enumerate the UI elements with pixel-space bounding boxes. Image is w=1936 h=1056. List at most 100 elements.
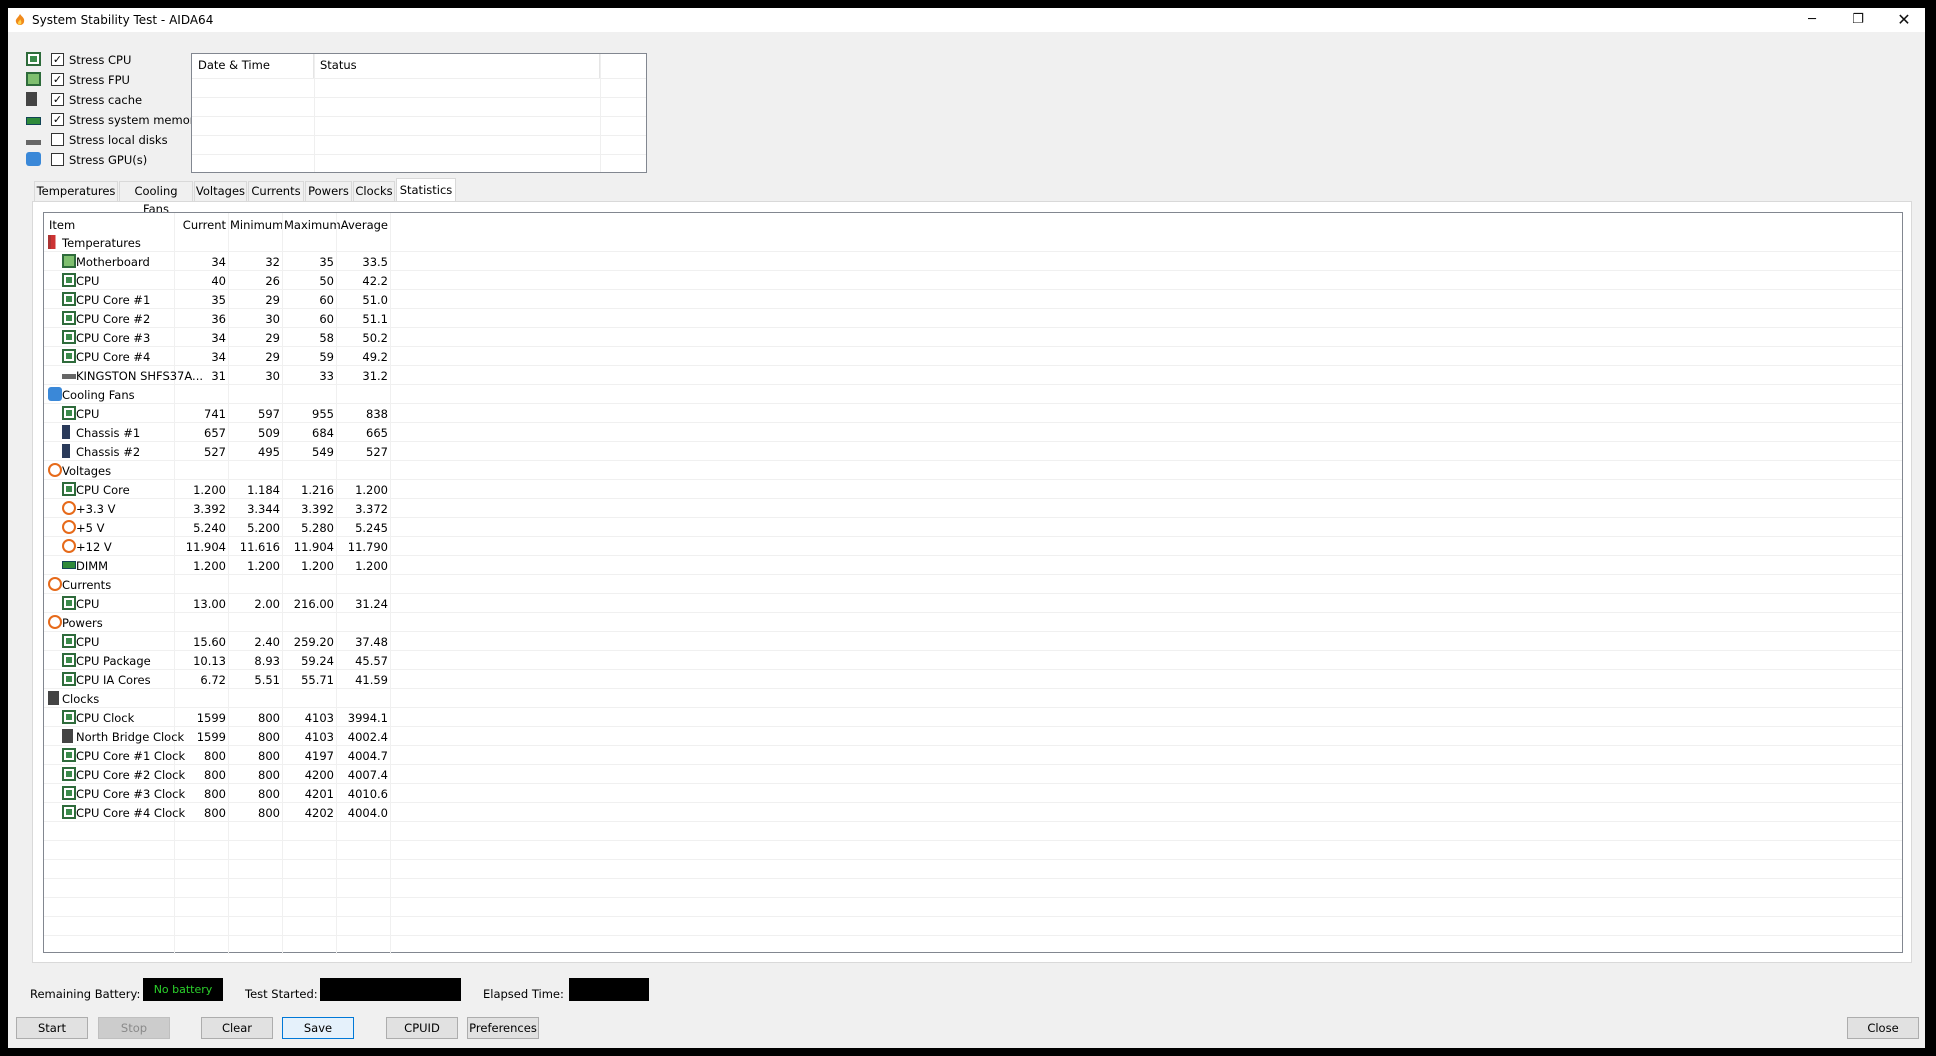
table-row[interactable]: CPU 40 26 50 42.2	[44, 271, 1902, 290]
table-row[interactable]: KINGSTON SHFS37A... 31 30 33 31.2	[44, 366, 1902, 385]
value-cur: 5.240	[193, 521, 226, 535]
stress-checkbox[interactable]: ✓	[51, 93, 64, 106]
col-maximum[interactable]: Maximum	[284, 218, 341, 234]
table-row[interactable]: CPU Core #4 Clock 800 800 4202 4004.0	[44, 803, 1902, 822]
table-row[interactable]: CPU Core #1 Clock 800 800 4197 4004.7	[44, 746, 1902, 765]
start-button[interactable]: Start	[16, 1017, 88, 1039]
table-row[interactable]: +5 V 5.240 5.200 5.280 5.245	[44, 518, 1902, 537]
tab-voltages[interactable]: Voltages	[194, 181, 247, 201]
stress-checkbox[interactable]	[51, 153, 64, 166]
stress-checkbox[interactable]: ✓	[51, 113, 64, 126]
close-button[interactable]: Close	[1847, 1017, 1919, 1039]
col-item[interactable]: Item	[49, 218, 75, 234]
value-min: 800	[258, 787, 280, 801]
group-row[interactable]: Voltages	[44, 461, 1902, 480]
stop-button[interactable]: Stop	[98, 1017, 170, 1039]
stress-option[interactable]: ✓ Stress CPU	[26, 52, 206, 70]
table-row[interactable]: CPU Core #2 Clock 800 800 4200 4007.4	[44, 765, 1902, 784]
stress-option[interactable]: ✓ Stress FPU	[26, 72, 206, 90]
table-row[interactable]: North Bridge Clock 1599 800 4103 4002.4	[44, 727, 1902, 746]
table-row[interactable]: +3.3 V 3.392 3.344 3.392 3.372	[44, 499, 1902, 518]
value-max: 4202	[304, 806, 334, 820]
clear-button[interactable]: Clear	[201, 1017, 273, 1039]
cpu-chip-icon	[62, 786, 76, 800]
preferences-button[interactable]: Preferences	[467, 1017, 539, 1039]
restore-icon[interactable]: ❐	[1835, 8, 1881, 32]
value-min: 8.93	[254, 654, 280, 668]
cpuid-button[interactable]: CPUID	[386, 1017, 458, 1039]
log-col-status[interactable]: Status	[314, 54, 600, 78]
tab-statistics[interactable]: Statistics	[396, 178, 456, 201]
table-row[interactable]: Chassis #2 527 495 549 527	[44, 442, 1902, 461]
title-bar[interactable]: System Stability Test - AIDA64 ─ ❐ ✕	[8, 8, 1925, 32]
col-current[interactable]: Current	[176, 218, 226, 234]
table-row[interactable]: CPU 13.00 2.00 216.00 31.24	[44, 594, 1902, 613]
table-row[interactable]: CPU Clock 1599 800 4103 3994.1	[44, 708, 1902, 727]
value-min: 30	[265, 369, 280, 383]
value-cur: 800	[204, 806, 226, 820]
table-row[interactable]: CPU Core 1.200 1.184 1.216 1.200	[44, 480, 1902, 499]
col-minimum[interactable]: Minimum	[230, 218, 283, 234]
table-row[interactable]: CPU IA Cores 6.72 5.51 55.71 41.59	[44, 670, 1902, 689]
stress-option[interactable]: Stress local disks	[26, 132, 206, 150]
value-avg: 527	[366, 445, 388, 459]
table-row[interactable]: CPU Core #3 34 29 58 50.2	[44, 328, 1902, 347]
value-max: 216.00	[293, 597, 334, 611]
table-row[interactable]: CPU 741 597 955 838	[44, 404, 1902, 423]
table-row[interactable]: CPU 15.60 2.40 259.20 37.48	[44, 632, 1902, 651]
close-window-icon[interactable]: ✕	[1881, 8, 1927, 32]
memory-icon	[26, 117, 41, 125]
cpu-chip-icon	[62, 634, 76, 648]
sensor-name: Chassis #1	[76, 426, 141, 440]
save-button[interactable]: Save	[282, 1017, 354, 1039]
value-max: 35	[319, 255, 334, 269]
table-row[interactable]: Chassis #1 657 509 684 665	[44, 423, 1902, 442]
value-min: 29	[265, 350, 280, 364]
sensor-name: CPU Core #1	[76, 293, 151, 307]
value-min: 495	[258, 445, 280, 459]
stress-option-label: Stress local disks	[69, 133, 168, 147]
value-cur: 11.904	[185, 540, 226, 554]
group-row[interactable]: Cooling Fans	[44, 385, 1902, 404]
log-row	[192, 116, 646, 117]
stress-log-table[interactable]: Date & Time Status	[191, 53, 647, 173]
table-row[interactable]: +12 V 11.904 11.616 11.904 11.790	[44, 537, 1902, 556]
stress-option[interactable]: ✓ Stress system memory	[26, 112, 206, 130]
value-cur: 1599	[196, 711, 226, 725]
statistics-table[interactable]: Item Current Minimum Maximum Average Tem…	[43, 212, 1903, 954]
col-average[interactable]: Average	[338, 218, 388, 234]
table-row[interactable]: CPU Core #2 36 30 60 51.1	[44, 309, 1902, 328]
minimize-icon[interactable]: ─	[1789, 8, 1835, 32]
table-row[interactable]: CPU Core #4 34 29 59 49.2	[44, 347, 1902, 366]
value-avg: 665	[366, 426, 388, 440]
group-label: Cooling Fans	[62, 388, 135, 402]
table-row[interactable]: CPU Core #3 Clock 800 800 4201 4010.6	[44, 784, 1902, 803]
tab-powers[interactable]: Powers	[305, 181, 352, 201]
cpu-chip-icon	[62, 349, 76, 363]
stress-checkbox[interactable]: ✓	[51, 73, 64, 86]
sensor-name: North Bridge Clock	[76, 730, 185, 744]
table-row[interactable]: Motherboard 34 32 35 33.5	[44, 252, 1902, 271]
stress-option-label: Stress FPU	[69, 73, 130, 87]
stress-checkbox[interactable]	[51, 133, 64, 146]
value-max: 259.20	[293, 635, 334, 649]
table-row[interactable]: CPU Core #1 35 29 60 51.0	[44, 290, 1902, 309]
log-row	[192, 78, 646, 79]
stress-checkbox[interactable]: ✓	[51, 53, 64, 66]
group-row[interactable]: Currents	[44, 575, 1902, 594]
tab-temperatures[interactable]: Temperatures	[34, 181, 118, 201]
table-row[interactable]: DIMM 1.200 1.200 1.200 1.200	[44, 556, 1902, 575]
tab-cooling-fans[interactable]: Cooling Fans	[119, 181, 193, 216]
stress-option[interactable]: Stress GPU(s)	[26, 152, 206, 170]
group-label: Powers	[62, 616, 103, 630]
value-min: 800	[258, 711, 280, 725]
sensor-name: CPU IA Cores	[76, 673, 151, 687]
group-row[interactable]: Clocks	[44, 689, 1902, 708]
tab-currents[interactable]: Currents	[248, 181, 304, 201]
group-row[interactable]: Temperatures	[44, 233, 1902, 252]
group-row[interactable]: Powers	[44, 613, 1902, 632]
table-row[interactable]: CPU Package 10.13 8.93 59.24 45.57	[44, 651, 1902, 670]
tab-clocks[interactable]: Clocks	[353, 181, 395, 201]
stress-option[interactable]: ✓ Stress cache	[26, 92, 206, 110]
log-col-datetime[interactable]: Date & Time	[192, 54, 314, 78]
